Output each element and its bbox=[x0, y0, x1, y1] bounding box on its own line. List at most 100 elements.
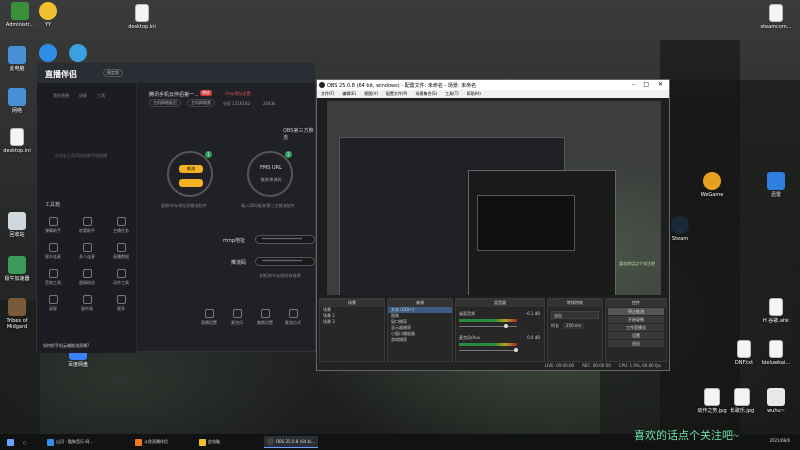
maximize-icon[interactable]: □ bbox=[643, 81, 649, 88]
taskbar-obs[interactable]: OBS 25.0.8 (64 bi... bbox=[264, 436, 319, 448]
tool-7[interactable]: 超级粉丝 bbox=[75, 269, 99, 286]
sound-icon bbox=[48, 269, 58, 278]
step1-button-2[interactable] bbox=[179, 179, 203, 187]
desktop-icon-bieluwkai[interactable]: bieluwkai... bbox=[756, 340, 796, 366]
tool-2[interactable]: 主播任务 bbox=[109, 217, 133, 234]
taskbar-douyu[interactable]: 斗鱼直播伴侣 bbox=[132, 436, 171, 448]
desktop-icon-ahk[interactable]: H 谷歌.ahk bbox=[756, 298, 796, 324]
play-badge[interactable]: 播放 bbox=[200, 90, 212, 96]
mixer-channel-db: 0.0 dB bbox=[527, 335, 540, 340]
tab-2[interactable]: 工具 bbox=[97, 93, 105, 99]
menu-edit[interactable]: 编辑(E) bbox=[342, 90, 356, 98]
menu-scene-collection[interactable]: 场景集合(S) bbox=[415, 90, 437, 98]
exit-button[interactable]: 退出 bbox=[608, 340, 664, 347]
close-icon[interactable]: ✕ bbox=[658, 81, 663, 88]
volume-slider[interactable] bbox=[459, 326, 517, 327]
transition-select[interactable]: 淡出 bbox=[551, 311, 599, 319]
desktop-icon-recycle-bin[interactable]: 回收站 bbox=[0, 212, 37, 238]
stream-code-field[interactable]: ******************** bbox=[255, 257, 315, 266]
step-1-badge: 1 bbox=[205, 151, 212, 158]
script-file-icon bbox=[769, 298, 783, 316]
left-panel: 我的直播 场景 工具 点击右上角添加场景开始直播 工具箱 弹幕助手 房管助手 主… bbox=[37, 83, 137, 353]
stream-code-label: 推流码 bbox=[231, 260, 247, 266]
admin-icon bbox=[82, 217, 92, 226]
desktop-icon-thunder[interactable]: 迅雷 bbox=[756, 172, 796, 198]
tool-5[interactable]: 直播数据 bbox=[109, 243, 133, 260]
desktop-icon-tribes[interactable]: Tribes of Midgard bbox=[0, 298, 37, 330]
tool-6[interactable]: 音效工具 bbox=[41, 269, 65, 286]
desktop-icon-wegame[interactable]: WeGame bbox=[692, 172, 732, 198]
tab-0[interactable]: 我的直播 bbox=[53, 93, 69, 99]
obs-push-label: OBS第三方推流 bbox=[283, 128, 314, 141]
taskbar-kugou[interactable]: 山河 - 酷狗音乐 网... bbox=[44, 436, 96, 448]
obs-window-title: OBS 25.0.8 (64 bit, windows) - 配置文件: 未命名… bbox=[327, 83, 477, 89]
rtmp-settings-link[interactable]: rtmp地址设置 bbox=[225, 91, 251, 97]
desktop-icon-accelerator[interactable]: 极牛加速器 bbox=[0, 256, 37, 282]
desktop-icon-wuhu[interactable]: wuhu~ bbox=[756, 388, 796, 414]
tray-clock[interactable]: 2021/08/6 bbox=[769, 438, 790, 443]
desktop-icon-yy[interactable]: YY bbox=[28, 2, 68, 28]
studio-mode-button[interactable]: 工作室模式 bbox=[608, 324, 664, 331]
data-icon bbox=[116, 243, 126, 252]
rtmp-field[interactable]: ******************** bbox=[255, 235, 315, 244]
tab-1[interactable]: 场景 bbox=[79, 93, 87, 99]
tool-1[interactable]: 房管助手 bbox=[75, 217, 99, 234]
desktop-icon-network[interactable]: 网络 bbox=[0, 88, 37, 114]
rtmp-label: rtmp地址 bbox=[223, 238, 246, 244]
accelerator-icon bbox=[8, 256, 26, 274]
source-item[interactable]: 游戏捕获 bbox=[388, 337, 452, 343]
streaming-helper-window: 直播伴侣 稳定版 我的直播 场景 工具 点击右上角添加场景开始直播 工具箱 弹幕… bbox=[36, 62, 316, 353]
desktop-icon-steamcom[interactable]: steamcom... bbox=[756, 4, 796, 30]
menu-tools[interactable]: 工具(T) bbox=[445, 90, 459, 98]
help-footer[interactable]: 如何把手机云端推流直播? bbox=[37, 341, 315, 351]
search-button[interactable]: ○ bbox=[20, 436, 30, 448]
volume-knob[interactable] bbox=[514, 348, 518, 352]
desktop-icon-app[interactable] bbox=[58, 44, 98, 64]
settings-button[interactable]: 设置 bbox=[608, 332, 664, 339]
volume-knob[interactable] bbox=[504, 324, 508, 328]
tool-4[interactable]: 多人连麦 bbox=[75, 243, 99, 260]
volume-meter bbox=[459, 343, 517, 346]
minimize-icon[interactable]: – bbox=[632, 81, 635, 88]
bottom-tool-2[interactable]: 美颜设置 bbox=[253, 309, 277, 326]
volume-slider[interactable] bbox=[459, 350, 517, 351]
network-chip: 主机网络差 bbox=[187, 99, 215, 107]
menu-help[interactable]: 帮助(H) bbox=[467, 90, 481, 98]
tool-3[interactable]: 观众连麦 bbox=[41, 243, 65, 260]
kugou-icon bbox=[39, 44, 57, 62]
preview-text-overlay: 喜欢的话点个关注吧 bbox=[619, 261, 655, 266]
network-icon bbox=[8, 88, 26, 106]
obs-status-bar: LIVE: 00:00:00 REC: 00:00:00 CPU: 1.9%, … bbox=[317, 362, 669, 370]
duration-field[interactable]: 250 ms bbox=[563, 323, 584, 329]
pip-icon bbox=[82, 295, 92, 304]
start-recording-button[interactable]: 开始录制 bbox=[608, 316, 664, 323]
bottom-tool-3[interactable]: 推流方式 bbox=[281, 309, 305, 326]
tool-11[interactable]: 更多 bbox=[109, 295, 133, 312]
fms-url-label: FMS URL bbox=[260, 165, 282, 171]
mixer-dock: 混音器 桌面音频 -6.1 dB 麦克风/Aux 0.0 dB bbox=[455, 298, 545, 362]
tool-9[interactable]: 录屏 bbox=[41, 295, 65, 312]
step2-caption: 填入OBS推流/第三方推流软件 bbox=[241, 203, 295, 208]
menu-file[interactable]: 文件(F) bbox=[321, 90, 334, 98]
desktop-icon-desktop-ini[interactable]: desktop.ini bbox=[122, 4, 162, 30]
transitions-title: 转场特效 bbox=[548, 299, 602, 307]
tool-0[interactable]: 弹幕助手 bbox=[41, 217, 65, 234]
bitrate: 2043k bbox=[263, 101, 276, 106]
bottom-tool-1[interactable]: 麦克风 bbox=[225, 309, 249, 326]
douyu-icon bbox=[135, 438, 142, 446]
obs-window: OBS 25.0.8 (64 bit, windows) - 配置文件: 未命名… bbox=[316, 79, 670, 371]
obs-logo-icon bbox=[319, 82, 325, 88]
scene-item[interactable]: 场景 3 bbox=[320, 319, 384, 325]
step1-button[interactable]: 推流 bbox=[179, 165, 203, 173]
tool-10[interactable]: 画中画 bbox=[75, 295, 99, 312]
tool-8[interactable]: 动作工具 bbox=[109, 269, 133, 286]
desktop-icon-desktop-ini-2[interactable]: desktop.ini bbox=[0, 128, 37, 154]
menu-view[interactable]: 视图(V) bbox=[364, 90, 378, 98]
kugou-icon bbox=[47, 438, 54, 446]
bottom-tool-0[interactable]: 直播设置 bbox=[197, 309, 221, 326]
obs-preview[interactable]: 喜欢的话点个关注吧 bbox=[327, 101, 661, 295]
start-button[interactable] bbox=[4, 436, 17, 448]
stop-streaming-button[interactable]: 停止推流 bbox=[608, 308, 664, 315]
taskbar-this-pc[interactable]: 此电脑 bbox=[196, 436, 223, 448]
menu-profile[interactable]: 配置文件(P) bbox=[386, 90, 408, 98]
